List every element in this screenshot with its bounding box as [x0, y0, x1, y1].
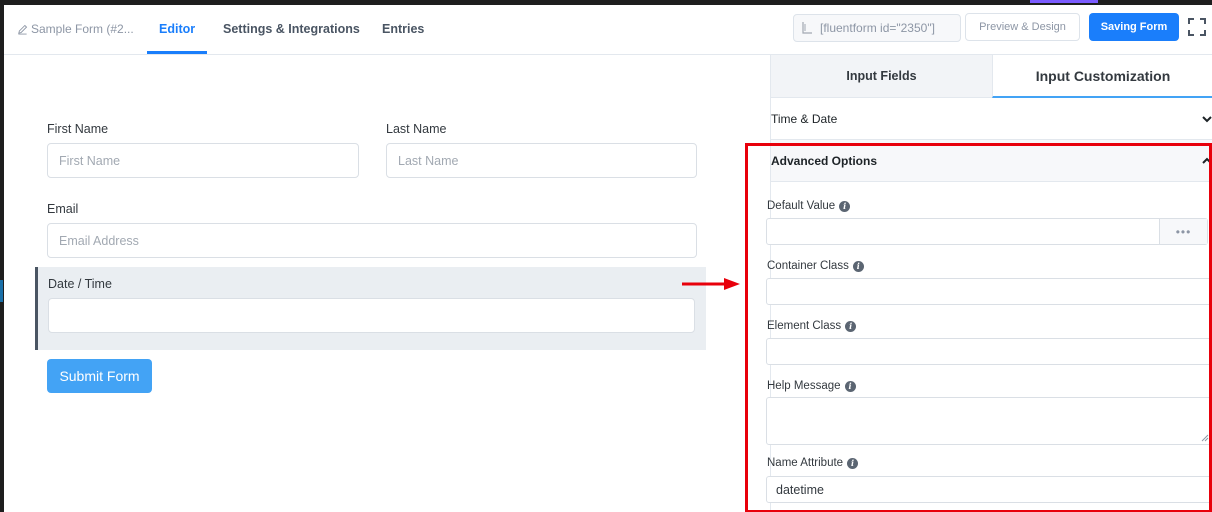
email-label: Email	[47, 202, 79, 216]
container-class-label-text: Container Class	[767, 260, 849, 272]
section-time-date[interactable]: Time & Date	[771, 98, 1212, 140]
element-class-label-text: Element Class	[767, 320, 842, 332]
header-bar: Sample Form (#2... Editor Settings & Int…	[4, 5, 1212, 55]
element-class-label: Element Class i	[767, 320, 857, 332]
smart-code-button[interactable]: •••	[1159, 219, 1207, 244]
resize-handle-icon[interactable]	[1201, 434, 1209, 442]
save-form-button[interactable]: Saving Form	[1089, 13, 1179, 41]
active-tab-indicator	[147, 51, 207, 54]
name-attribute-label-text: Name Attribute	[767, 457, 844, 469]
tab-settings-integrations[interactable]: Settings & Integrations	[223, 22, 360, 36]
section-time-date-title: Time & Date	[771, 111, 838, 126]
email-input[interactable]: Email Address	[47, 223, 697, 258]
shortcode-copy[interactable]: [fluentform id="2350"]	[793, 14, 961, 42]
default-value-input[interactable]: •••	[766, 218, 1208, 245]
fullscreen-icon[interactable]	[1188, 18, 1206, 36]
settings-panel: Input Fields Input Customization Time & …	[766, 55, 1212, 512]
annotation-arrow	[682, 278, 740, 290]
chevron-up-icon	[1202, 157, 1212, 164]
last-name-input[interactable]: Last Name	[386, 143, 697, 178]
email-placeholder: Email Address	[59, 233, 139, 248]
datetime-label: Date / Time	[48, 277, 112, 291]
info-icon: i	[844, 380, 856, 392]
form-name-label: Sample Form (#2...	[31, 22, 134, 36]
form-builder: Sample Form (#2... Editor Settings & Int…	[4, 5, 1212, 512]
section-advanced-options[interactable]: Advanced Options	[771, 140, 1212, 182]
first-name-label: First Name	[47, 122, 109, 136]
info-icon: i	[839, 200, 851, 212]
default-value-label-text: Default Value	[767, 200, 836, 212]
panel-tabs: Input Fields Input Customization	[771, 55, 1212, 98]
element-class-input[interactable]	[766, 338, 1212, 365]
name-attribute-label: Name Attribute i	[767, 457, 859, 469]
info-icon: i	[847, 457, 859, 469]
help-message-label-text: Help Message	[767, 380, 841, 392]
last-name-placeholder: Last Name	[398, 153, 459, 168]
datetime-input[interactable]	[48, 298, 695, 333]
copy-icon	[802, 22, 812, 34]
submit-form-button[interactable]: Submit Form	[47, 359, 152, 393]
tab-input-fields[interactable]: Input Fields	[771, 55, 992, 98]
help-message-textarea[interactable]	[766, 397, 1212, 445]
tab-input-customization[interactable]: Input Customization	[992, 55, 1212, 98]
chevron-down-icon	[1202, 115, 1212, 122]
name-attribute-input[interactable]: datetime	[766, 476, 1212, 503]
first-name-placeholder: First Name	[59, 153, 121, 168]
tab-editor[interactable]: Editor	[159, 22, 195, 36]
top-accent	[1030, 0, 1098, 3]
pencil-icon	[18, 24, 28, 35]
info-icon: i	[852, 260, 864, 272]
form-canvas: First Name First Name Last Name Last Nam…	[4, 55, 770, 512]
name-attribute-text: datetime	[776, 482, 824, 497]
tab-entries[interactable]: Entries	[382, 22, 424, 36]
default-value-label: Default Value i	[767, 200, 851, 212]
form-name[interactable]: Sample Form (#2...	[17, 22, 134, 36]
preview-design-button[interactable]: Preview & Design	[965, 13, 1080, 41]
left-edge-marker	[0, 280, 3, 302]
datetime-field-selected[interactable]: Date / Time	[35, 267, 706, 350]
container-class-input[interactable]	[766, 278, 1212, 305]
help-message-label: Help Message i	[767, 380, 856, 392]
info-icon: i	[845, 320, 857, 332]
last-name-label: Last Name	[386, 122, 447, 136]
container-class-label: Container Class i	[767, 260, 864, 272]
section-advanced-options-title: Advanced Options	[771, 153, 878, 168]
shortcode-text: [fluentform id="2350"]	[820, 21, 935, 35]
first-name-input[interactable]: First Name	[47, 143, 359, 178]
